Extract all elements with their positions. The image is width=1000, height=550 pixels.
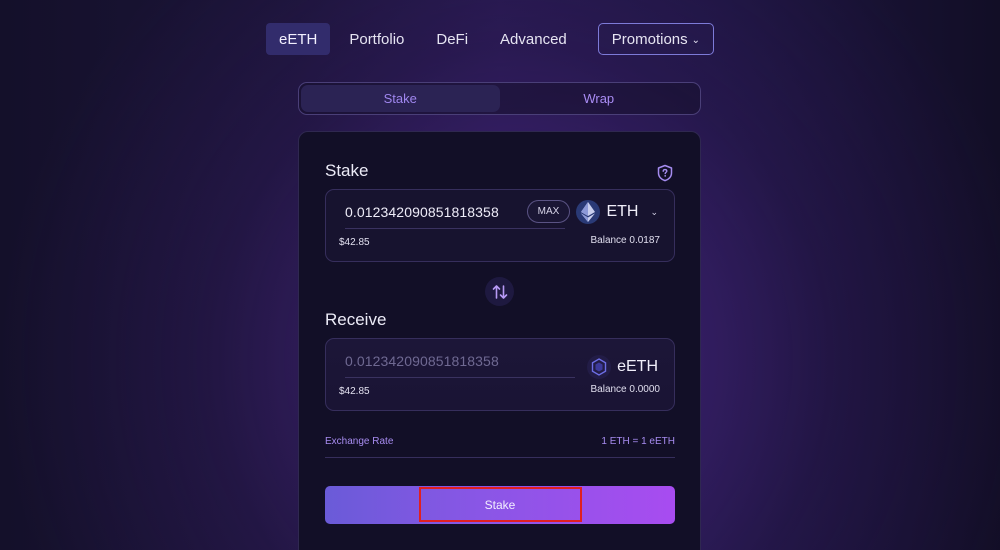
stake-button[interactable]: Stake <box>325 486 675 524</box>
receive-output-panel: 0.012342090851818358 eETH $42.85 Balance… <box>325 338 675 411</box>
eeth-logo-icon <box>587 355 612 379</box>
shield-question-icon[interactable] <box>656 164 674 182</box>
promotions-label: Promotions <box>611 30 688 48</box>
receive-section-title: Receive <box>325 310 387 329</box>
exchange-rate-value: 1 ETH = 1 eETH <box>601 436 675 447</box>
exchange-rate-label: Exchange Rate <box>325 436 394 447</box>
tab-stake[interactable]: Stake <box>301 85 500 112</box>
eth-token-label: ETH <box>606 203 639 220</box>
eth-balance: Balance 0.0187 <box>590 235 660 246</box>
eeth-token-display: eETH <box>587 355 658 379</box>
eth-token-selector[interactable]: ETH ⌄ <box>576 200 658 224</box>
stake-wrap-tabs: Stake Wrap <box>298 82 701 115</box>
nav-item-advanced[interactable]: Advanced <box>487 23 580 55</box>
eth-logo-icon <box>576 200 601 224</box>
stake-usd-value: $42.85 <box>339 237 370 248</box>
stake-card: Stake 0.012342090851818358 MAX ETH ⌄ $42… <box>298 131 701 550</box>
swap-arrows-icon[interactable] <box>485 277 514 306</box>
nav-item-eeth[interactable]: eETH <box>266 23 331 55</box>
nav-item-portfolio[interactable]: Portfolio <box>336 23 417 55</box>
receive-amount-field: 0.012342090851818358 <box>345 353 575 378</box>
tab-wrap[interactable]: Wrap <box>500 85 699 112</box>
exchange-rate-row: Exchange Rate 1 ETH = 1 eETH <box>325 436 675 458</box>
stake-input-panel: 0.012342090851818358 MAX ETH ⌄ $42.85 Ba… <box>325 189 675 262</box>
chevron-down-icon: ⌄ <box>650 206 658 217</box>
stake-section-title: Stake <box>325 161 369 180</box>
chevron-down-icon: ⌄ <box>691 34 701 46</box>
nav-item-defi[interactable]: DeFi <box>423 23 481 55</box>
max-button[interactable]: MAX <box>527 200 570 223</box>
promotions-dropdown[interactable]: Promotions ⌄ <box>597 23 715 55</box>
top-nav: eETH Portfolio DeFi Advanced Promotions … <box>266 23 715 55</box>
eeth-token-label: eETH <box>617 358 658 375</box>
eeth-balance: Balance 0.0000 <box>590 384 660 395</box>
receive-usd-value: $42.85 <box>339 386 370 397</box>
